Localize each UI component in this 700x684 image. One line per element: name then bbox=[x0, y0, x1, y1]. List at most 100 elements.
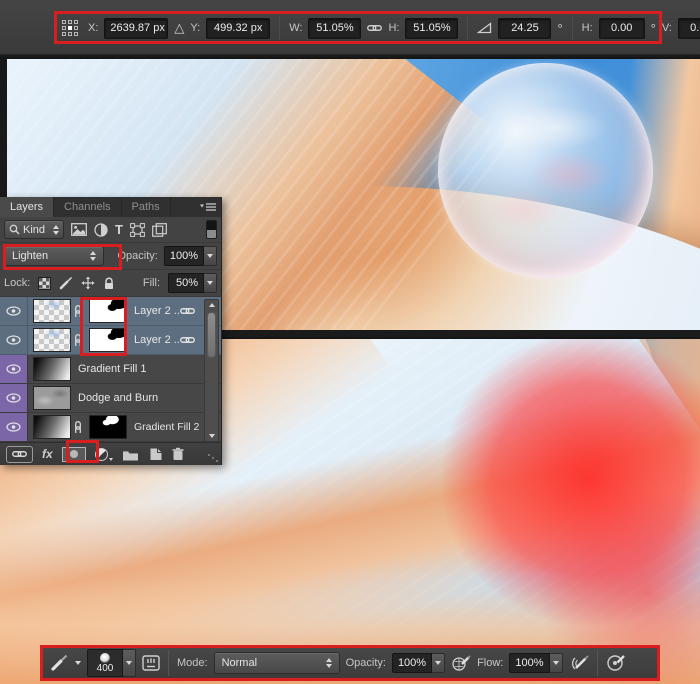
panel-resize-grip[interactable] bbox=[207, 453, 219, 463]
visibility-toggle[interactable] bbox=[0, 355, 28, 383]
y-position-input[interactable]: 499.32 px bbox=[206, 17, 271, 39]
layers-list: Layer 2 ... Layer 2 ... Gradient Fill 1 … bbox=[0, 297, 221, 442]
layer-row[interactable]: Gradient Fill 2 bbox=[0, 413, 221, 442]
layers-scrollbar[interactable] bbox=[204, 299, 219, 442]
layer-name[interactable]: Layer 2 ... bbox=[134, 334, 180, 346]
visibility-toggle[interactable] bbox=[0, 384, 28, 412]
lock-transparency-icon[interactable] bbox=[38, 276, 52, 290]
opacity-dropdown-arrow[interactable] bbox=[204, 246, 217, 266]
width-input[interactable]: 51.05% bbox=[308, 17, 362, 39]
rotate-angle-icon[interactable] bbox=[477, 22, 492, 34]
layer-thumbnail[interactable] bbox=[33, 415, 71, 439]
scroll-thumb[interactable] bbox=[207, 312, 216, 358]
brush-preset-picker[interactable]: 400 bbox=[87, 649, 136, 677]
width-label: W: bbox=[289, 22, 303, 34]
filter-shape-layers-icon[interactable] bbox=[130, 222, 145, 237]
rotation-input[interactable]: 24.25 bbox=[498, 17, 552, 39]
layer-row[interactable]: Dodge and Burn bbox=[0, 384, 221, 413]
flow-dropdown-arrow[interactable] bbox=[549, 653, 563, 673]
tab-channels[interactable]: Channels bbox=[54, 197, 122, 217]
add-adjustment-layer-button[interactable] bbox=[94, 447, 113, 461]
toggle-brush-panel-icon[interactable] bbox=[142, 655, 160, 671]
blend-mode-dropdown[interactable]: Lighten bbox=[4, 246, 104, 266]
fill-control: 50% bbox=[168, 273, 217, 293]
layer-name[interactable]: Dodge and Burn bbox=[78, 392, 221, 404]
opacity-control: 100% bbox=[163, 246, 217, 266]
reference-point-icon[interactable] bbox=[62, 20, 78, 36]
lock-row: Lock: Fill: 50% bbox=[0, 270, 221, 297]
h-skew-input[interactable]: 0.00 bbox=[598, 17, 645, 39]
degree-symbol: ° bbox=[650, 20, 656, 36]
layers-panel-footer: fx bbox=[0, 442, 221, 465]
mask-link-icon[interactable] bbox=[74, 334, 82, 346]
fill-dropdown-arrow[interactable] bbox=[204, 273, 217, 293]
new-group-button[interactable] bbox=[122, 448, 139, 461]
tool-preset-arrow-icon[interactable] bbox=[75, 661, 81, 665]
layer-mask-thumbnail[interactable] bbox=[89, 299, 127, 323]
x-position-input[interactable]: 2639.87 px bbox=[104, 17, 169, 39]
layer-filter-row: Kind T bbox=[0, 217, 221, 243]
layer-name[interactable]: Layer 2 ... bbox=[134, 305, 180, 317]
blend-mode-dropdown[interactable]: Normal bbox=[213, 652, 340, 674]
opacity-dropdown-arrow[interactable] bbox=[432, 653, 446, 673]
layer-thumbnail[interactable] bbox=[33, 357, 71, 381]
brush-preset-preview[interactable]: 400 bbox=[87, 649, 123, 677]
pressure-size-icon[interactable] bbox=[606, 654, 626, 672]
scroll-up-arrow[interactable] bbox=[205, 303, 218, 307]
blend-mode-row: Lighten Opacity: 100% bbox=[0, 243, 221, 270]
layer-style-button[interactable]: fx bbox=[42, 447, 53, 461]
flow-value[interactable]: 100% bbox=[509, 653, 550, 673]
brush-preset-dropdown-arrow[interactable] bbox=[123, 649, 136, 677]
mask-link-icon[interactable] bbox=[74, 305, 82, 317]
filter-pixel-layers-icon[interactable] bbox=[71, 223, 87, 236]
brush-tool-icon[interactable] bbox=[50, 654, 69, 672]
tab-layers[interactable]: Layers bbox=[0, 197, 55, 217]
add-layer-mask-button[interactable] bbox=[61, 446, 86, 462]
link-layers-button[interactable] bbox=[6, 445, 33, 463]
dropdown-arrows-icon bbox=[325, 658, 332, 668]
lock-position-icon[interactable] bbox=[81, 276, 95, 290]
filter-adjustment-layers-icon[interactable] bbox=[94, 222, 108, 237]
filter-smart-objects-icon[interactable] bbox=[152, 222, 167, 237]
filter-type-layers-icon[interactable]: T bbox=[115, 222, 123, 237]
layer-thumbnail[interactable] bbox=[33, 299, 71, 323]
lock-all-icon[interactable] bbox=[103, 277, 115, 290]
divider bbox=[279, 16, 281, 40]
layer-mask-thumbnail[interactable] bbox=[89, 328, 127, 352]
visibility-toggle[interactable] bbox=[0, 326, 28, 354]
visibility-toggle[interactable] bbox=[0, 413, 28, 441]
new-layer-button[interactable] bbox=[148, 447, 162, 461]
layer-row[interactable]: Layer 2 ... bbox=[0, 297, 221, 326]
layer-thumbnail[interactable] bbox=[33, 328, 71, 352]
opacity-value[interactable]: 100% bbox=[391, 653, 433, 673]
delete-layer-button[interactable] bbox=[171, 447, 185, 461]
layer-mask-thumbnail[interactable] bbox=[89, 415, 127, 439]
visibility-toggle[interactable] bbox=[0, 297, 28, 325]
mask-link-icon[interactable] bbox=[74, 421, 82, 433]
divider bbox=[571, 16, 573, 40]
fill-value[interactable]: 50% bbox=[168, 273, 204, 293]
scroll-down-arrow[interactable] bbox=[205, 434, 218, 438]
layer-row[interactable]: Gradient Fill 1 bbox=[0, 355, 221, 384]
filter-kind-dropdown[interactable]: Kind bbox=[4, 220, 64, 239]
lock-paint-icon[interactable] bbox=[59, 276, 73, 290]
v-skew-input[interactable]: 0.00 bbox=[677, 17, 700, 39]
tab-paths[interactable]: Paths bbox=[122, 197, 171, 217]
opacity-value[interactable]: 100% bbox=[163, 246, 204, 266]
filtering-toggle-switch[interactable] bbox=[206, 220, 217, 239]
pressure-opacity-icon[interactable] bbox=[451, 654, 471, 672]
adjustment-icon bbox=[94, 447, 108, 461]
layer-row[interactable]: Layer 2 ... bbox=[0, 326, 221, 355]
transform-options-bar: X: 2639.87 px △ Y: 499.32 px W: 51.05% H… bbox=[0, 0, 700, 55]
opacity-label: Opacity: bbox=[345, 657, 386, 669]
airbrush-icon[interactable] bbox=[569, 654, 589, 672]
flow-control: 100% bbox=[509, 653, 563, 673]
link-dimensions-icon[interactable] bbox=[367, 24, 383, 32]
delta-icon[interactable]: △ bbox=[174, 20, 184, 36]
panel-menu-icon[interactable] bbox=[200, 197, 221, 217]
layer-name[interactable]: Gradient Fill 1 bbox=[78, 363, 221, 375]
mode-label: Mode: bbox=[177, 657, 208, 669]
height-input[interactable]: 51.05% bbox=[405, 17, 459, 39]
search-icon bbox=[9, 224, 20, 235]
layer-thumbnail[interactable] bbox=[33, 386, 71, 410]
